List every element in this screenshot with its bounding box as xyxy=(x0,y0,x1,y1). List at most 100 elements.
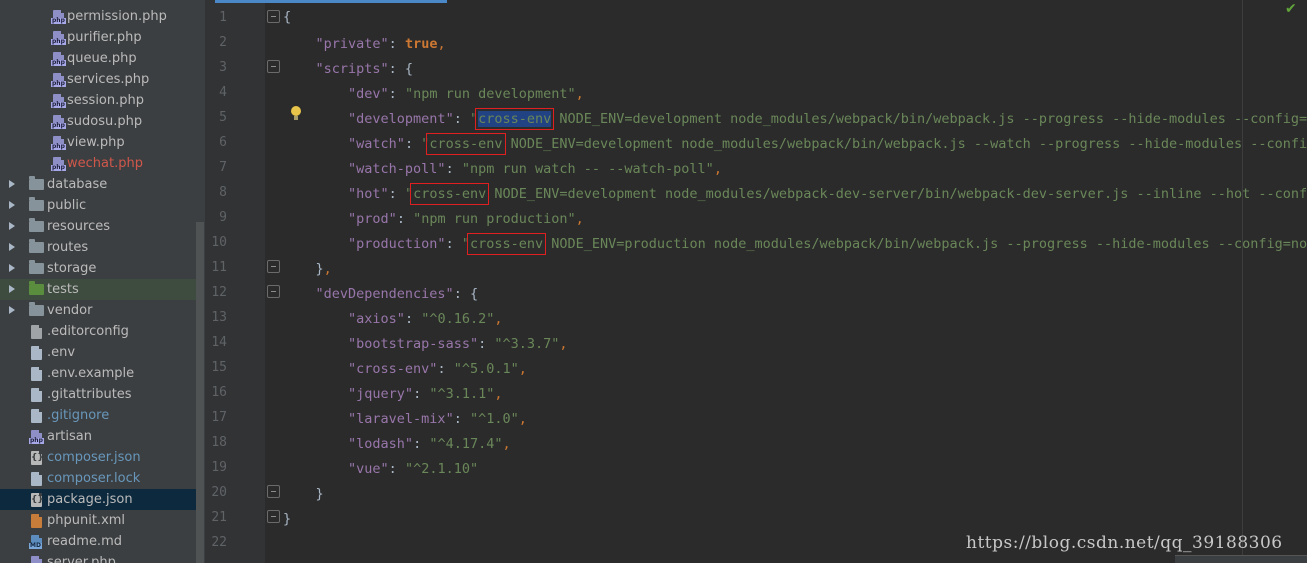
code-line-10: "production": "cross-env NODE_ENV=produc… xyxy=(348,233,1307,255)
tree-item[interactable]: php session.php xyxy=(0,90,196,111)
code-line-1: { xyxy=(283,9,292,25)
expand-arrow-icon[interactable] xyxy=(9,306,15,314)
code-line-21: } xyxy=(283,511,292,527)
line-number: 11 xyxy=(211,260,227,275)
fold-marker-icon[interactable] xyxy=(267,60,280,73)
tree-item[interactable]: composer.lock xyxy=(0,468,196,489)
tree-item[interactable]: php server.php xyxy=(0,552,196,563)
php-file-icon: php xyxy=(51,73,66,87)
tree-item[interactable]: storage xyxy=(0,258,196,279)
tree-item[interactable]: php view.php xyxy=(0,132,196,153)
tree-item[interactable]: resources xyxy=(0,216,196,237)
line-number: 12 xyxy=(211,285,227,300)
tree-item[interactable]: php wechat.php xyxy=(0,153,196,174)
line-number: 14 xyxy=(211,335,227,350)
config-file-icon xyxy=(31,325,42,339)
tree-item[interactable]: php sudosu.php xyxy=(0,111,196,132)
folder-icon xyxy=(29,218,44,232)
php-file-icon: php xyxy=(51,31,66,45)
line-number: 18 xyxy=(211,435,227,450)
php-file-icon: php xyxy=(31,556,42,563)
text-file-icon xyxy=(31,472,42,486)
code-editor[interactable]: 1 2 3 4 5 6 7 8 9 10 11 12 13 14 15 16 17 18 19 20 21 22 ✔ { … xyxy=(205,0,1307,563)
folder-icon xyxy=(29,239,44,253)
tree-item-label: phpunit.xml xyxy=(47,513,126,528)
inspection-ok-icon[interactable]: ✔ xyxy=(1285,2,1297,16)
tree-item[interactable]: .gitattributes xyxy=(0,384,196,405)
code-line-2: "private": true, xyxy=(315,36,446,52)
fold-marker-icon[interactable] xyxy=(267,285,280,298)
folder-icon xyxy=(29,176,44,190)
tree-item-label: tests xyxy=(47,282,79,297)
active-tab-indicator xyxy=(215,0,447,3)
tree-item-label: purifier.php xyxy=(67,30,142,45)
code-line-14: "bootstrap-sass": "^3.3.7", xyxy=(348,336,568,352)
tree-item[interactable]: tests xyxy=(0,279,196,300)
expand-arrow-icon[interactable] xyxy=(9,201,15,209)
tree-item[interactable]: php queue.php xyxy=(0,48,196,69)
tree-item[interactable]: routes xyxy=(0,237,196,258)
tree-item[interactable]: MD readme.md xyxy=(0,531,196,552)
tree-item[interactable]: {} composer.json xyxy=(0,447,196,468)
fold-marker-icon[interactable] xyxy=(267,510,280,523)
right-margin-guide xyxy=(1242,0,1243,563)
expand-arrow-icon[interactable] xyxy=(9,285,15,293)
tree-item[interactable]: php artisan xyxy=(0,426,196,447)
line-number: 21 xyxy=(211,510,227,525)
line-number: 7 xyxy=(219,160,227,175)
tree-item[interactable]: .gitignore xyxy=(0,405,196,426)
expand-arrow-icon[interactable] xyxy=(9,180,15,188)
line-number: 17 xyxy=(211,410,227,425)
line-number: 1 xyxy=(219,10,227,25)
php-file-icon: php xyxy=(51,115,66,129)
fold-marker-icon[interactable] xyxy=(267,260,280,273)
code-line-11: }, xyxy=(283,261,332,277)
tree-item-label: view.php xyxy=(67,135,125,150)
expand-arrow-icon[interactable] xyxy=(9,243,15,251)
tree-item[interactable]: php purifier.php xyxy=(0,27,196,48)
tree-item[interactable]: database xyxy=(0,174,196,195)
xml-file-icon xyxy=(31,514,42,528)
line-number: 5 xyxy=(219,110,227,125)
code-line-5: "development": "cross-env NODE_ENV=devel… xyxy=(348,108,1307,130)
code-line-18: "lodash": "^4.17.4", xyxy=(348,436,511,452)
watermark: https://blog.csdn.net/qq_39188306 xyxy=(966,533,1283,553)
tree-scrollbar[interactable] xyxy=(196,222,204,563)
tree-item-label: .gitattributes xyxy=(47,387,132,402)
code-line-8: "hot": "cross-env NODE_ENV=development n… xyxy=(348,183,1307,205)
tree-item-label: permission.php xyxy=(67,9,167,24)
tree-item-label: composer.json xyxy=(47,450,141,465)
tree-item-label: readme.md xyxy=(47,534,122,549)
tree-item[interactable]: .env.example xyxy=(0,363,196,384)
expand-arrow-icon[interactable] xyxy=(9,264,15,272)
text-file-icon xyxy=(31,388,42,402)
expand-arrow-icon[interactable] xyxy=(9,222,15,230)
php-file-icon: php xyxy=(51,94,66,108)
tree-item[interactable]: vendor xyxy=(0,300,196,321)
line-number: 3 xyxy=(219,60,227,75)
tree-item[interactable]: {} package.json xyxy=(0,489,196,510)
tree-item[interactable]: public xyxy=(0,195,196,216)
code-line-16: "jquery": "^3.1.1", xyxy=(348,386,503,402)
code-line-9: "prod": "npm run production", xyxy=(348,211,584,227)
php-file-icon: php xyxy=(51,10,66,24)
tree-item-label: database xyxy=(47,177,108,192)
line-number: 4 xyxy=(219,85,227,100)
fold-marker-icon[interactable] xyxy=(267,10,280,23)
tree-item-label: package.json xyxy=(47,492,133,507)
tree-item[interactable]: .env xyxy=(0,342,196,363)
tree-item[interactable]: php services.php xyxy=(0,69,196,90)
tree-item[interactable]: .editorconfig xyxy=(0,321,196,342)
line-number: 6 xyxy=(219,135,227,150)
fold-marker-icon[interactable] xyxy=(267,485,280,498)
tree-item-label: server.php xyxy=(47,555,116,563)
tree-item-label: session.php xyxy=(67,93,144,108)
tree-item[interactable]: phpunit.xml xyxy=(0,510,196,531)
tree-item-label: composer.lock xyxy=(47,471,141,486)
cross-env-highlight: cross-env xyxy=(475,108,555,130)
cross-env-highlight: cross-env xyxy=(426,133,506,155)
line-number: 22 xyxy=(211,535,227,550)
markdown-file-icon: MD xyxy=(29,535,42,549)
cross-env-highlight: cross-env xyxy=(410,183,490,205)
tree-item[interactable]: php permission.php xyxy=(0,6,196,27)
